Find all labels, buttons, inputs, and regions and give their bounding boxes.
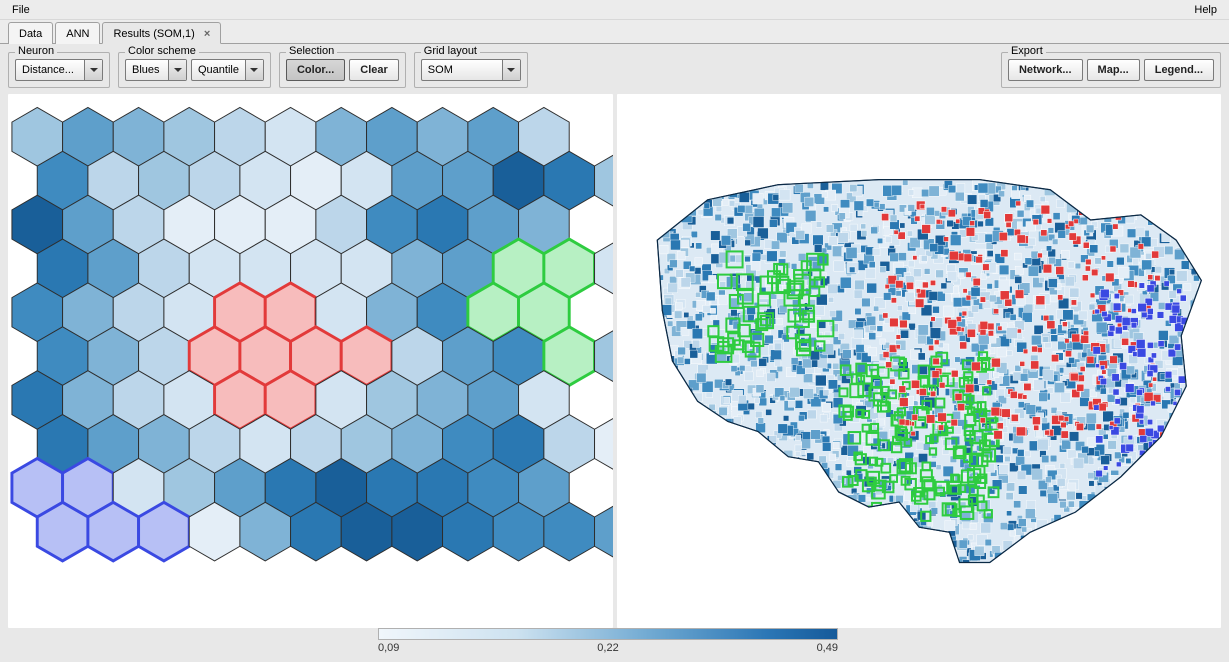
tab-data[interactable]: Data bbox=[8, 22, 53, 44]
som-hex-cell[interactable] bbox=[139, 502, 190, 561]
palette-combo[interactable]: Blues bbox=[125, 59, 187, 81]
som-hex-cell[interactable] bbox=[595, 239, 613, 298]
legend-min: 0,09 bbox=[378, 642, 399, 654]
group-neuron: Neuron Distance... bbox=[8, 52, 110, 88]
som-hex-panel[interactable] bbox=[8, 94, 613, 628]
group-color-scheme: Color scheme Blues Quantile bbox=[118, 52, 271, 88]
chevron-down-icon bbox=[502, 60, 520, 80]
color-legend-wrap: 0,09 0,22 0,49 bbox=[0, 628, 1229, 662]
group-selection: Selection Color... Clear bbox=[279, 52, 406, 88]
som-hex-cell[interactable] bbox=[88, 502, 139, 561]
combo-value: SOM bbox=[422, 60, 502, 80]
color-gradient-labels: 0,09 0,22 0,49 bbox=[378, 642, 838, 654]
menu-help[interactable]: Help bbox=[1188, 0, 1223, 19]
som-hex-cell[interactable] bbox=[595, 151, 613, 210]
selection-color-button[interactable]: Color... bbox=[286, 59, 345, 81]
color-gradient-bar bbox=[378, 628, 838, 640]
color-legend: 0,09 0,22 0,49 bbox=[378, 628, 978, 654]
content bbox=[0, 94, 1229, 628]
chevron-down-icon bbox=[168, 60, 186, 80]
som-hex-cell[interactable] bbox=[37, 502, 88, 561]
tab-label: Results (SOM,1) bbox=[113, 28, 194, 40]
combo-value: Blues bbox=[126, 60, 168, 80]
som-hex-cell[interactable] bbox=[595, 327, 613, 386]
group-legend: Selection bbox=[286, 45, 337, 57]
legend-mid: 0,22 bbox=[597, 642, 618, 654]
export-network-button[interactable]: Network... bbox=[1008, 59, 1083, 81]
menubar: File Help bbox=[0, 0, 1229, 20]
som-hex-cell[interactable] bbox=[595, 415, 613, 474]
combo-value: Distance... bbox=[16, 60, 84, 80]
combo-value: Quantile bbox=[192, 60, 245, 80]
chevron-down-icon bbox=[245, 60, 263, 80]
tab-strip: Data ANN Results (SOM,1) × bbox=[0, 20, 1229, 44]
classification-combo[interactable]: Quantile bbox=[191, 59, 264, 81]
tab-ann[interactable]: ANN bbox=[55, 22, 100, 44]
toolbar: Neuron Distance... Color scheme Blues Qu… bbox=[0, 44, 1229, 94]
choropleth-map-panel[interactable] bbox=[617, 94, 1222, 628]
neuron-combo[interactable]: Distance... bbox=[15, 59, 103, 81]
chevron-down-icon bbox=[84, 60, 102, 80]
close-icon[interactable]: × bbox=[204, 28, 210, 40]
som-hex-cell[interactable] bbox=[595, 502, 613, 561]
group-export: Export Network... Map... Legend... bbox=[1001, 52, 1221, 88]
group-legend: Color scheme bbox=[125, 45, 199, 57]
group-grid-layout: Grid layout SOM bbox=[414, 52, 528, 88]
tab-label: ANN bbox=[66, 28, 89, 40]
group-legend: Neuron bbox=[15, 45, 57, 57]
legend-max: 0,49 bbox=[817, 642, 838, 654]
menu-file[interactable]: File bbox=[6, 0, 36, 19]
export-legend-button[interactable]: Legend... bbox=[1144, 59, 1214, 81]
grid-layout-combo[interactable]: SOM bbox=[421, 59, 521, 81]
selection-clear-button[interactable]: Clear bbox=[349, 59, 399, 81]
tab-label: Data bbox=[19, 28, 42, 40]
group-legend: Grid layout bbox=[421, 45, 480, 57]
tab-results[interactable]: Results (SOM,1) × bbox=[102, 22, 221, 44]
group-legend: Export bbox=[1008, 45, 1046, 57]
export-map-button[interactable]: Map... bbox=[1087, 59, 1140, 81]
